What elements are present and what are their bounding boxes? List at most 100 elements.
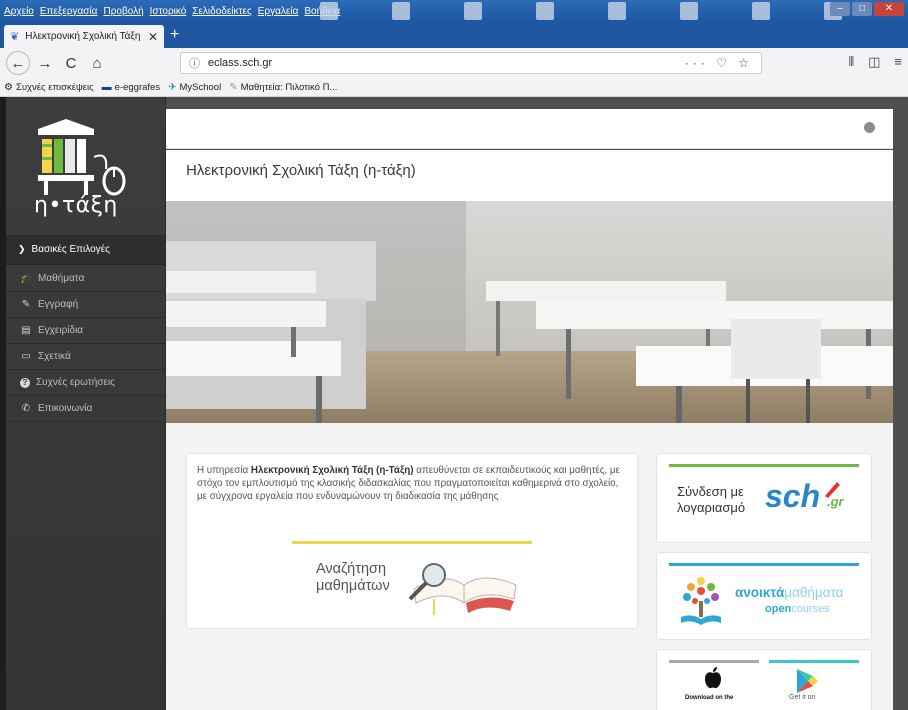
close-tab-icon[interactable]: ✕ (148, 30, 158, 44)
sch-login-label: Σύνδεση με λογαριασμό (677, 484, 745, 516)
question-circle-icon: ? (20, 377, 30, 388)
classroom-hero-image (166, 201, 893, 423)
main-content: Ηλεκτρονική Σχολική Τάξη (η-τάξη) Η υπηρ… (166, 150, 893, 710)
menu-file[interactable]: Αρχείο (4, 6, 34, 17)
intro-text-bold: Ηλεκτρονική Σχολική Τάξη (η-Τάξη) (250, 465, 414, 476)
top-header-strip (166, 109, 893, 149)
yellow-divider (292, 541, 532, 544)
new-tab-button[interactable]: + (170, 26, 179, 44)
bookmark-mathiteia[interactable]: ✎ Μαθητεία: Πιλοτικό Π... (229, 82, 337, 93)
page-title: Ηλεκτρονική Σχολική Τάξη (η-τάξη) (186, 162, 416, 179)
search-label-line2: μαθημάτων (316, 578, 390, 594)
bookmark-most-visited[interactable]: ⚙ Συχνές επισκέψεις (4, 82, 94, 93)
back-arrow-icon[interactable]: ← (6, 51, 30, 75)
menu-tools[interactable]: Εργαλεία (258, 6, 299, 17)
apple-icon[interactable] (703, 666, 723, 690)
bookmark-myschool[interactable]: ✈ MySchool (168, 82, 221, 93)
taskbar-app-icon[interactable] (464, 2, 482, 20)
bookmark-label: MySchool (179, 81, 222, 93)
intro-description: Η υπηρεσία Ηλεκτρονική Σχολική Τάξη (η-Τ… (197, 464, 629, 503)
menu-history[interactable]: Ιστορικό (150, 6, 187, 17)
sidebar-item-label: Συχνές ερωτήσεις (36, 377, 115, 388)
phone-icon: ✆ (21, 403, 31, 414)
leaf-icon: ✎ (229, 81, 238, 93)
tab-bar: ❦ Ηλεκτρονική Σχολική Τάξη (η- ✕ + (0, 22, 908, 48)
taskbar-app-icon[interactable] (320, 2, 338, 20)
menu-edit[interactable]: Επεξεργασία (40, 6, 98, 17)
taskbar-app-icon[interactable] (752, 2, 770, 20)
bookmark-label: e-eggrafes (114, 81, 161, 93)
document-icon: ▤ (21, 325, 31, 336)
page-right-margin (893, 97, 908, 710)
grey-accent-bar (669, 660, 759, 663)
sidebar-item-about[interactable]: ▭ Σχετικά (6, 344, 166, 370)
sidebar-item-label: Εγχειρίδια (38, 325, 84, 336)
app-store-label[interactable]: Download on the (685, 695, 733, 701)
app-stores-card: Download on the Get it on (656, 649, 872, 710)
page-actions[interactable]: ··· ♡ ☆ (685, 56, 753, 70)
intro-card: Η υπηρεσία Ηλεκτρονική Σχολική Τάξη (η-Τ… (186, 453, 638, 629)
pencil-icon (825, 482, 840, 498)
browser-tab[interactable]: ❦ Ηλεκτρονική Σχολική Τάξη (η- ✕ (4, 25, 164, 48)
eclass-favicon-icon: ❦ (10, 31, 20, 43)
taskbar-app-icon[interactable] (680, 2, 698, 20)
window-controls: – □ ✕ (830, 2, 904, 16)
search-courses-label: Αναζήτηση μαθημάτων (316, 561, 396, 595)
google-play-label[interactable]: Get it on (789, 694, 815, 701)
sidebar-item-label: Σχετικά (38, 351, 71, 362)
language-globe-icon[interactable] (864, 122, 875, 133)
google-play-icon[interactable] (795, 668, 819, 694)
oc-title-bold: ανοικτά (735, 585, 785, 600)
search-courses-banner[interactable]: Αναζήτηση μαθημάτων (292, 541, 532, 621)
nav-section-title: Βασικές Επιλογές (31, 244, 110, 255)
sidebar-item-manuals[interactable]: ▤ Εγχειρίδια (6, 318, 166, 344)
oc-title-rest: μαθήματα (784, 585, 844, 600)
sidebar-item-register[interactable]: ✎ Εγγραφή (6, 292, 166, 318)
taskbar-app-icon[interactable] (536, 2, 554, 20)
sidebar-item-label: Μαθήματα (38, 273, 85, 284)
opencourses-title: ανοικτάμαθήματα (735, 585, 843, 600)
sidebar-item-faq[interactable]: ? Συχνές ερωτήσεις (6, 370, 166, 396)
book-magnifier-icon (408, 563, 517, 615)
logo-text[interactable]: η•τάξη (34, 193, 118, 218)
navigation-toolbar: ← → C ⌂ ⓘ eclass.sch.gr ··· ♡ ☆ ⫴ ◫ ≡ (0, 48, 908, 78)
green-accent-bar (669, 464, 859, 467)
sidebar-toggle-icon[interactable]: ◫ (868, 54, 880, 70)
bird-icon: ✈ (168, 81, 177, 93)
sidebar-item-contact[interactable]: ✆ Επικοινωνία (6, 396, 166, 422)
content-area: Η υπηρεσία Ηλεκτρονική Σχολική Τάξη (η-Τ… (166, 423, 893, 710)
opencourses-subtitle: opencourses (765, 603, 830, 615)
address-bar[interactable]: ⓘ eclass.sch.gr ··· ♡ ☆ (180, 52, 762, 74)
search-label-line1: Αναζήτηση (316, 561, 387, 577)
sch-login-card[interactable]: Σύνδεση με λογαριασμό sch .gr (656, 453, 872, 543)
tree-book-icon (681, 577, 721, 625)
opencourses-card[interactable]: ανοικτάμαθήματα opencourses (656, 552, 872, 640)
forward-arrow-icon[interactable]: → (32, 50, 58, 76)
close-window-icon[interactable]: ✕ (874, 2, 904, 16)
tab-title: Ηλεκτρονική Σχολική Τάξη (η- (25, 31, 142, 42)
menu-view[interactable]: Προβολή (103, 6, 143, 17)
taskbar-app-icon[interactable] (392, 2, 410, 20)
teal-accent-bar (769, 660, 859, 663)
minimize-icon[interactable]: – (830, 2, 850, 16)
home-icon[interactable]: ⌂ (84, 50, 110, 76)
bookmark-label: Μαθητεία: Πιλοτικό Π... (240, 81, 338, 93)
reload-icon[interactable]: C (58, 50, 84, 76)
url-text[interactable]: eclass.sch.gr (208, 57, 677, 69)
sidebar-item-label: Εγγραφή (38, 299, 79, 310)
site-info-icon[interactable]: ⓘ (189, 55, 200, 71)
menu-bookmarks[interactable]: Σελιδοδείκτες (192, 6, 251, 17)
chevron-down-icon: ❯ (18, 244, 26, 254)
taskbar-app-icon[interactable] (608, 2, 626, 20)
hamburger-menu-icon[interactable]: ≡ (894, 54, 902, 70)
bookmark-e-eggrafes[interactable]: ▬ e-eggrafes (102, 82, 160, 93)
blue-accent-bar (669, 563, 859, 566)
sidebar-item-courses[interactable]: 🎓 Μαθήματα (6, 266, 166, 292)
nav-section-header[interactable]: ❯ Βασικές Επιλογές (6, 235, 166, 265)
oc-sub-bold: open (765, 603, 792, 615)
maximize-icon[interactable]: □ (852, 2, 872, 16)
web-page: η•τάξη ❯ Βασικές Επιλογές 🎓 Μαθήματα ✎ Ε… (0, 97, 908, 710)
library-icon[interactable]: ⫴ (849, 54, 854, 70)
bookmark-label: Συχνές επισκέψεις (15, 81, 94, 93)
flag-icon: ▬ (101, 81, 112, 93)
